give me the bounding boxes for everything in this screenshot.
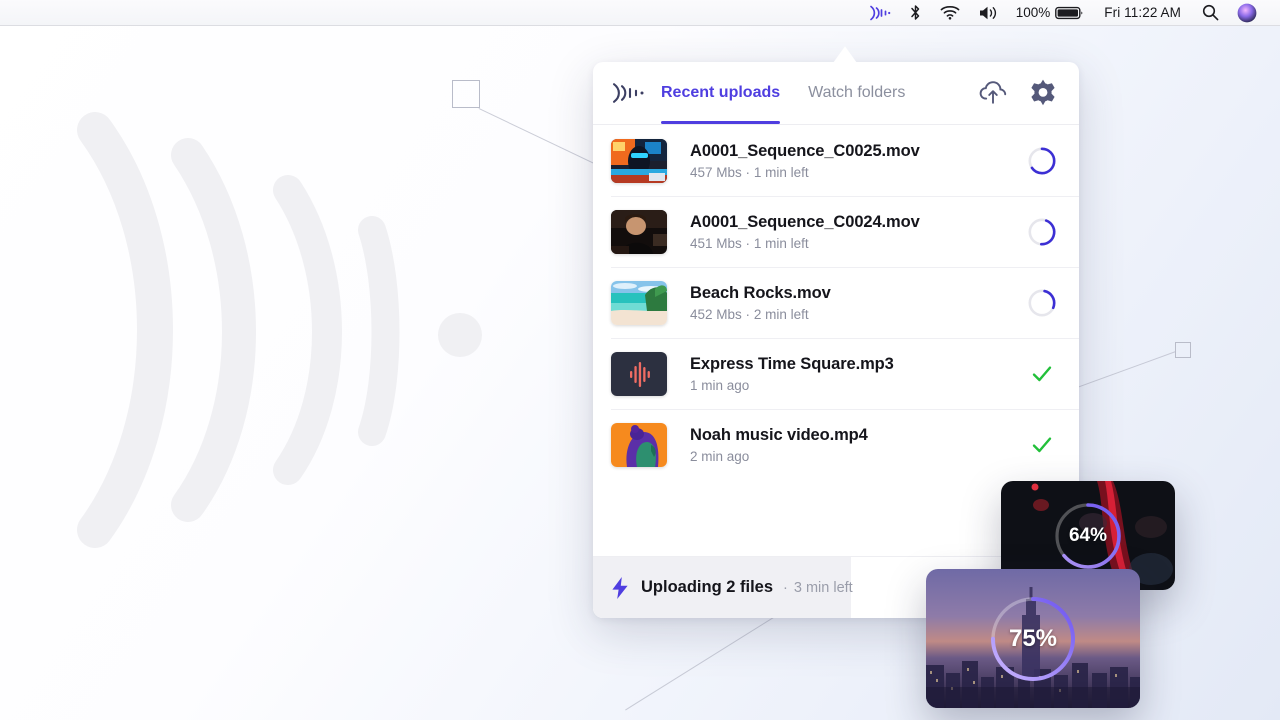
file-time: 1 min left bbox=[753, 164, 809, 180]
panel-pointer-notch bbox=[833, 46, 857, 63]
profile-art-thumbnail bbox=[611, 422, 667, 467]
menubar-wifi-icon[interactable] bbox=[931, 0, 969, 26]
status-badge bbox=[1027, 217, 1057, 247]
battery-icon bbox=[1055, 6, 1083, 19]
file-size: 451 Mbs bbox=[690, 235, 742, 251]
file-name: A0001_Sequence_C0024.mov bbox=[690, 212, 920, 231]
file-time: 2 min ago bbox=[690, 448, 750, 464]
table-row[interactable]: Express Time Square.mp3 1 min ago bbox=[593, 338, 1079, 409]
file-size: 457 Mbs bbox=[690, 164, 742, 180]
menubar-search-icon[interactable] bbox=[1193, 0, 1228, 26]
beach-thumbnail bbox=[611, 280, 667, 325]
file-meta: A0001_Sequence_C0025.mov 457 Mbs · 1 min… bbox=[690, 142, 1027, 180]
file-meta: Express Time Square.mp3 1 min ago bbox=[690, 355, 1027, 393]
footer-status-text: Uploading 2 files bbox=[641, 578, 774, 596]
background-wave-logo bbox=[77, 112, 482, 548]
progress-card-75[interactable]: 75% bbox=[926, 569, 1140, 708]
progress-ring-icon bbox=[1028, 289, 1056, 316]
macos-menubar: 100% Fri 11:22 AM bbox=[0, 0, 1280, 26]
status-badge bbox=[1027, 146, 1057, 176]
file-size: 452 Mbs bbox=[690, 306, 742, 322]
app-wave-logo-icon bbox=[612, 83, 644, 103]
file-subtext: 1 min ago bbox=[690, 378, 1027, 393]
file-meta: A0001_Sequence_C0024.mov 451 Mbs · 1 min… bbox=[690, 213, 1027, 251]
status-badge bbox=[1027, 359, 1057, 389]
menubar-battery[interactable]: 100% bbox=[1007, 0, 1093, 26]
menubar-siri-icon[interactable] bbox=[1228, 0, 1266, 26]
file-subtext: 2 min ago bbox=[690, 449, 1027, 464]
annotation-leader-line-right bbox=[1076, 351, 1176, 389]
file-meta: Noah music video.mp4 2 min ago bbox=[690, 426, 1027, 464]
file-name: Noah music video.mp4 bbox=[690, 425, 868, 444]
file-meta: Beach Rocks.mov 452 Mbs · 2 min left bbox=[690, 284, 1027, 322]
bolt-icon bbox=[612, 576, 628, 599]
progress-ring-icon bbox=[1028, 218, 1056, 245]
file-time: 1 min ago bbox=[690, 377, 750, 393]
file-separator: · bbox=[745, 235, 751, 251]
footer-remaining-text: 3 min left bbox=[793, 579, 853, 596]
status-badge bbox=[1027, 430, 1057, 460]
annotation-leader-line-bottom bbox=[625, 613, 780, 711]
tab-watch-folders[interactable]: Watch folders bbox=[808, 62, 905, 124]
battery-percent-label: 100% bbox=[1015, 5, 1051, 20]
file-subtext: 452 Mbs · 2 min left bbox=[690, 307, 1027, 322]
table-row[interactable]: A0001_Sequence_C0024.mov 451 Mbs · 1 min… bbox=[593, 196, 1079, 267]
table-row[interactable]: Beach Rocks.mov 452 Mbs · 2 min left bbox=[593, 267, 1079, 338]
panel-tabs: Recent uploads Watch folders bbox=[661, 62, 905, 124]
status-badge bbox=[1027, 288, 1057, 318]
neon-portrait-thumbnail bbox=[611, 138, 667, 183]
menubar-bluetooth-icon[interactable] bbox=[900, 0, 931, 26]
check-icon bbox=[1032, 436, 1052, 452]
annotation-square-right bbox=[1175, 342, 1191, 358]
gear-icon[interactable] bbox=[1029, 79, 1057, 107]
menubar-wave-signal-icon[interactable] bbox=[860, 0, 900, 26]
file-name: Express Time Square.mp3 bbox=[690, 354, 894, 373]
man-portrait-thumbnail bbox=[611, 209, 667, 254]
file-name: Beach Rocks.mov bbox=[690, 283, 831, 302]
progress-percent-label: 64% bbox=[1068, 524, 1108, 546]
footer-separator: · bbox=[783, 579, 788, 596]
table-row[interactable]: Noah music video.mp4 2 min ago bbox=[593, 409, 1079, 480]
annotation-square-left bbox=[452, 80, 480, 108]
progress-percent-label: 75% bbox=[1008, 624, 1058, 652]
progress-ring-icon bbox=[1028, 147, 1056, 174]
file-separator: · bbox=[745, 306, 751, 322]
menubar-clock[interactable]: Fri 11:22 AM bbox=[1092, 0, 1193, 26]
file-subtext: 451 Mbs · 1 min left bbox=[690, 236, 1027, 251]
file-list: A0001_Sequence_C0025.mov 457 Mbs · 1 min… bbox=[593, 125, 1079, 480]
file-name: A0001_Sequence_C0025.mov bbox=[690, 141, 920, 160]
check-icon bbox=[1032, 365, 1052, 381]
file-time: 1 min left bbox=[753, 235, 809, 251]
tab-recent-uploads[interactable]: Recent uploads bbox=[661, 62, 781, 124]
panel-header: Recent uploads Watch folders bbox=[593, 62, 1079, 124]
menubar-volume-icon[interactable] bbox=[969, 0, 1007, 26]
file-time: 2 min left bbox=[753, 306, 809, 322]
table-row[interactable]: A0001_Sequence_C0025.mov 457 Mbs · 1 min… bbox=[593, 125, 1079, 196]
file-subtext: 457 Mbs · 1 min left bbox=[690, 165, 1027, 180]
cloud-upload-icon[interactable] bbox=[979, 79, 1007, 107]
file-separator: · bbox=[745, 164, 751, 180]
audio-waveform-thumbnail bbox=[611, 351, 667, 396]
panel-header-actions bbox=[979, 79, 1057, 107]
